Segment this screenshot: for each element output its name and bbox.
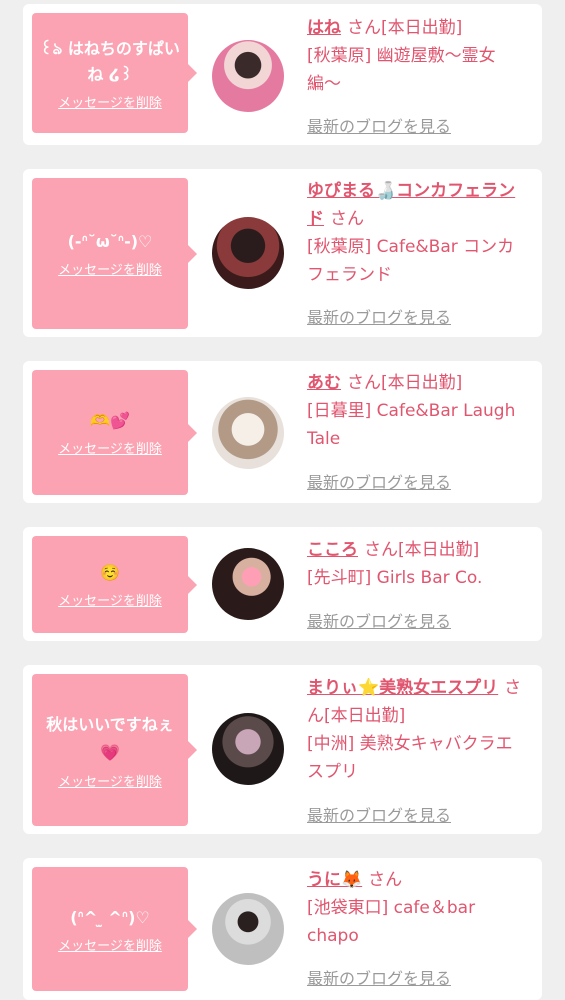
message-bubble: 🫶💕 メッセージを削除 bbox=[32, 370, 197, 495]
status-badge: [本日出勤] bbox=[381, 18, 463, 38]
latest-blog-link[interactable]: 最新のブログを見る bbox=[307, 469, 451, 493]
latest-blog-link[interactable]: 最新のブログを見る bbox=[307, 608, 451, 632]
latest-blog-link[interactable]: 最新のブログを見る bbox=[307, 802, 451, 826]
message-text: (-ᐢ˘ω˘ᐢ-)♡ bbox=[67, 232, 153, 251]
message-bubble: ☺️ メッセージを削除 bbox=[32, 536, 197, 633]
latest-blog-link[interactable]: 最新のブログを見る bbox=[307, 113, 451, 137]
cast-info: うに🦊 さん [池袋東口] cafe＆bar chapo bbox=[307, 866, 529, 950]
delete-message-link[interactable]: メッセージを削除 bbox=[58, 259, 162, 278]
cast-name-link[interactable]: うに🦊 bbox=[307, 870, 362, 890]
delete-message-link[interactable]: メッセージを削除 bbox=[58, 935, 162, 954]
shop-name: [秋葉原] Cafe&Bar コンカフェランド bbox=[307, 237, 515, 285]
message-card: 🫶💕 メッセージを削除 あむ さん[本日出勤] [日暮里] Cafe&Bar La… bbox=[23, 361, 542, 503]
honorific: さん bbox=[368, 870, 403, 890]
avatar[interactable] bbox=[212, 217, 284, 289]
avatar[interactable] bbox=[212, 893, 284, 965]
delete-message-link[interactable]: メッセージを削除 bbox=[58, 438, 162, 457]
shop-name: [池袋東口] cafe＆bar chapo bbox=[307, 898, 476, 946]
shop-name: [秋葉原] 幽遊屋敷〜霊女編〜 bbox=[307, 46, 496, 94]
message-card: (ᐢ^ ̫ ^ᐢ)♡ メッセージを削除 うに🦊 さん [池袋東口] cafe＆ba… bbox=[23, 858, 542, 1000]
cast-info: ゆぴまる🍶コンカフェランド さん [秋葉原] Cafe&Bar コンカフェランド bbox=[307, 177, 529, 289]
message-text: (ᐢ^ ̫ ^ᐢ)♡ bbox=[70, 907, 150, 927]
message-card: (-ᐢ˘ω˘ᐢ-)♡ メッセージを削除 ゆぴまる🍶コンカフェランド さん [秋葉原… bbox=[23, 169, 542, 337]
message-text: ☺️ bbox=[100, 563, 120, 582]
cast-name-link[interactable]: あむ bbox=[307, 373, 341, 393]
delete-message-link[interactable]: メッセージを削除 bbox=[58, 590, 162, 609]
message-bubble: (-ᐢ˘ω˘ᐢ-)♡ メッセージを削除 bbox=[32, 178, 197, 329]
message-text: 🫶💕 bbox=[90, 411, 130, 430]
status-badge: [本日出勤] bbox=[324, 706, 406, 726]
delete-message-link[interactable]: メッセージを削除 bbox=[58, 92, 162, 111]
message-card: 秋はいいですねぇ💗 メッセージを削除 まりぃ⭐️美熟女エスプリ さん[本日出勤] … bbox=[23, 665, 542, 834]
message-text: ꒰ঌ はねちのすぱいね ໒꒱ bbox=[40, 38, 180, 84]
message-bubble: (ᐢ^ ̫ ^ᐢ)♡ メッセージを削除 bbox=[32, 867, 197, 991]
latest-blog-link[interactable]: 最新のブログを見る bbox=[307, 965, 451, 989]
avatar[interactable] bbox=[212, 40, 284, 112]
cast-name-link[interactable]: こころ bbox=[307, 540, 358, 560]
avatar[interactable] bbox=[212, 397, 284, 469]
honorific: さん bbox=[347, 373, 381, 393]
cast-name-link[interactable]: まりぃ⭐️美熟女エスプリ bbox=[307, 678, 498, 698]
shop-name: [日暮里] Cafe&Bar Laugh Tale bbox=[307, 401, 516, 449]
shop-name: [先斗町] Girls Bar Co. bbox=[307, 568, 483, 588]
avatar[interactable] bbox=[212, 548, 284, 620]
message-bubble: 秋はいいですねぇ💗 メッセージを削除 bbox=[32, 674, 197, 826]
avatar[interactable] bbox=[212, 713, 284, 785]
message-card: ☺️ メッセージを削除 こころ さん[本日出勤] [先斗町] Girls Bar … bbox=[23, 527, 542, 641]
message-card: ꒰ঌ はねちのすぱいね ໒꒱ メッセージを削除 はね さん[本日出勤] [秋葉原]… bbox=[23, 4, 542, 145]
honorific: さん bbox=[347, 18, 381, 38]
cast-info: こころ さん[本日出勤] [先斗町] Girls Bar Co. bbox=[307, 536, 529, 592]
honorific: さん bbox=[330, 209, 364, 229]
cast-info: まりぃ⭐️美熟女エスプリ さん[本日出勤] [中洲] 美熟女キャバクラエスプリ bbox=[307, 674, 529, 786]
honorific: さん bbox=[364, 540, 398, 560]
cast-info: あむ さん[本日出勤] [日暮里] Cafe&Bar Laugh Tale bbox=[307, 369, 529, 453]
latest-blog-link[interactable]: 最新のブログを見る bbox=[307, 304, 451, 328]
delete-message-link[interactable]: メッセージを削除 bbox=[58, 771, 162, 790]
shop-name: [中洲] 美熟女キャバクラエスプリ bbox=[307, 734, 513, 782]
cast-info: はね さん[本日出勤] [秋葉原] 幽遊屋敷〜霊女編〜 bbox=[307, 14, 529, 98]
cast-name-link[interactable]: はね bbox=[307, 18, 341, 38]
status-badge: [本日出勤] bbox=[398, 540, 480, 560]
message-text: 秋はいいですねぇ💗 bbox=[46, 714, 174, 762]
message-bubble: ꒰ঌ はねちのすぱいね ໒꒱ メッセージを削除 bbox=[32, 13, 197, 133]
status-badge: [本日出勤] bbox=[381, 373, 463, 393]
